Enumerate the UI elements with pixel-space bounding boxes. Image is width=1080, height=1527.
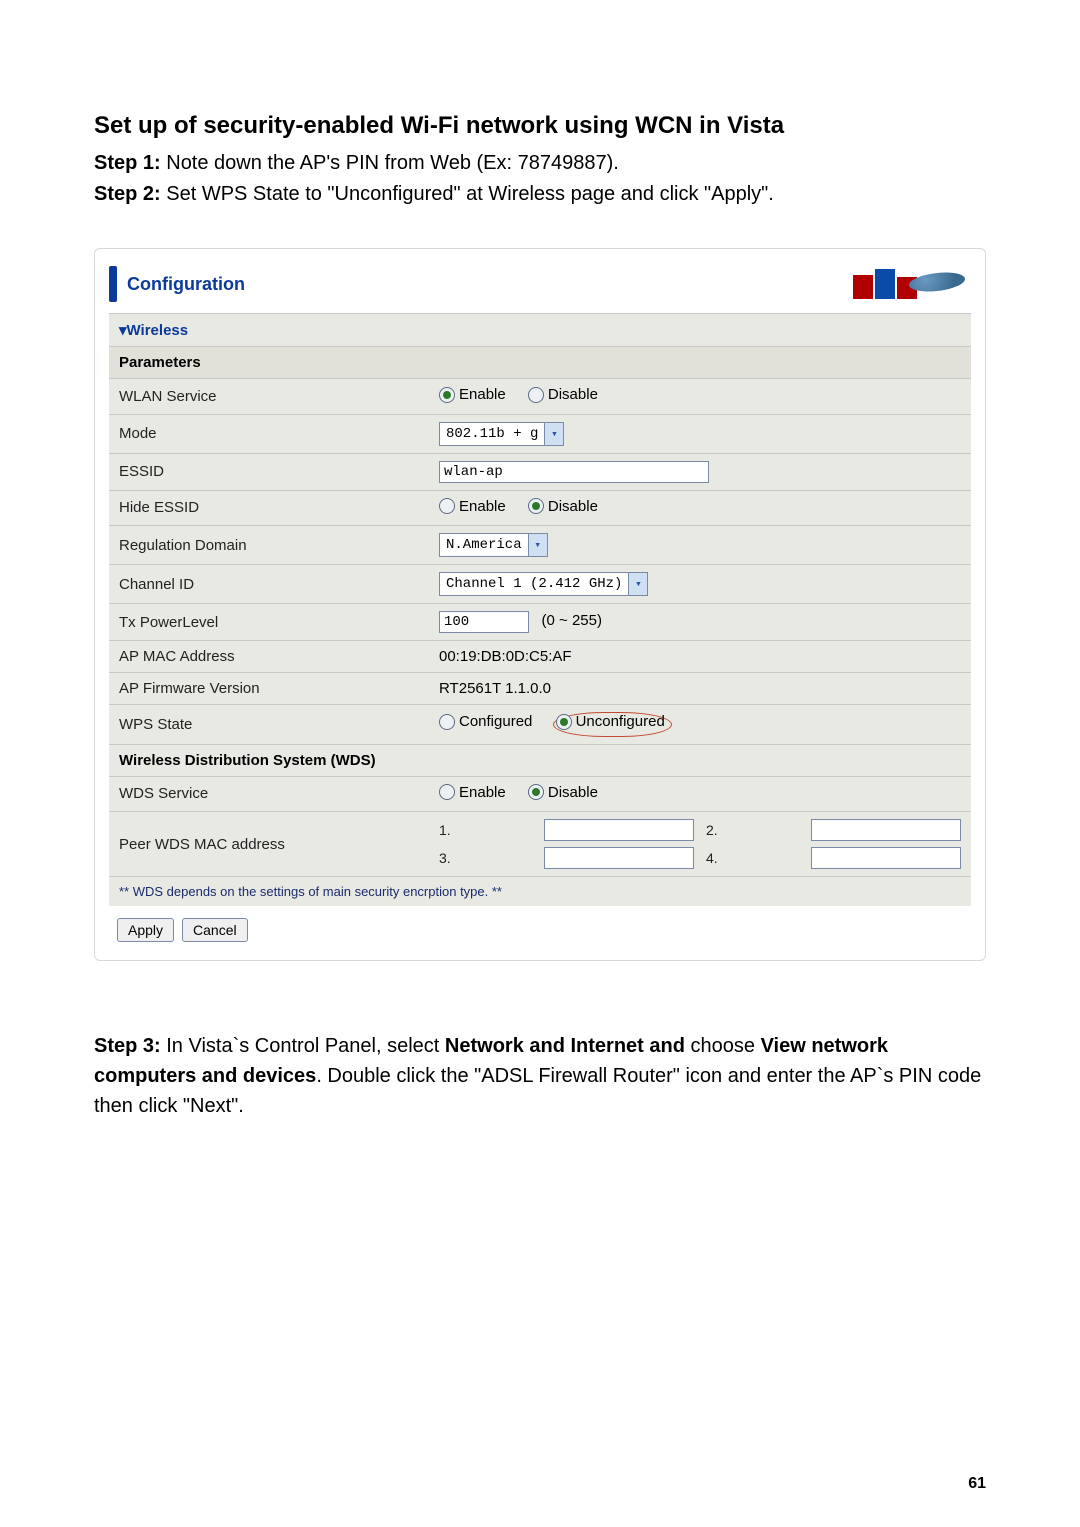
chevron-down-icon: ▾ bbox=[528, 534, 547, 556]
radio-off-icon bbox=[439, 784, 455, 800]
parameters-header: Parameters bbox=[109, 347, 971, 379]
step-3-label: Step 3: bbox=[94, 1035, 161, 1057]
enable-text: Enable bbox=[459, 498, 506, 515]
page-title: Set up of security-enabled Wi-Fi network… bbox=[94, 112, 986, 140]
wds-note: ** WDS depends on the settings of main s… bbox=[109, 877, 971, 907]
disable-text: Disable bbox=[548, 386, 598, 403]
configured-text: Configured bbox=[459, 713, 532, 730]
chevron-down-icon: ▾ bbox=[544, 423, 563, 445]
step-2-label: Step 2: bbox=[94, 183, 161, 205]
wlan-enable-radio[interactable]: Enable bbox=[439, 386, 506, 403]
radio-off-icon bbox=[439, 498, 455, 514]
step-3-text-c: choose bbox=[691, 1035, 761, 1057]
channel-id-select[interactable]: Channel 1 (2.412 GHz)▾ bbox=[439, 572, 648, 596]
ap-firmware-label: AP Firmware Version bbox=[109, 673, 429, 705]
wlan-service-value: Enable Disable bbox=[429, 379, 971, 415]
vendor-logo-icon bbox=[853, 269, 971, 299]
radio-on-icon bbox=[439, 387, 455, 403]
hide-enable-radio[interactable]: Enable bbox=[439, 498, 506, 515]
step-1-text: Note down the AP's PIN from Web (Ex: 787… bbox=[161, 152, 619, 174]
peer-mac-1-label: 1. bbox=[439, 822, 532, 838]
configuration-card: Configuration ▾Wireless Parameters WLAN … bbox=[94, 248, 986, 961]
step-2: Step 2: Set WPS State to "Unconfigured" … bbox=[94, 181, 986, 208]
peer-mac-4-label: 4. bbox=[706, 850, 799, 866]
hide-disable-radio[interactable]: Disable bbox=[528, 498, 598, 515]
wps-unconfigured-radio[interactable]: Unconfigured bbox=[556, 713, 665, 730]
peer-mac-2-label: 2. bbox=[706, 822, 799, 838]
unconfigured-text: Unconfigured bbox=[576, 713, 665, 730]
tx-power-range: (0 ~ 255) bbox=[542, 612, 602, 629]
regulation-domain-value: N.America bbox=[440, 537, 528, 553]
peer-mac-3-label: 3. bbox=[439, 850, 532, 866]
step-1-label: Step 1: bbox=[94, 152, 161, 174]
conf-bar-icon bbox=[109, 266, 117, 302]
hide-essid-label: Hide ESSID bbox=[109, 490, 429, 526]
wlan-service-label: WLAN Service bbox=[109, 379, 429, 415]
essid-input[interactable]: wlan-ap bbox=[439, 461, 709, 483]
radio-on-icon bbox=[528, 498, 544, 514]
step-2-text: Set WPS State to "Unconfigured" at Wirel… bbox=[161, 183, 774, 205]
tx-power-input[interactable]: 100 bbox=[439, 611, 529, 633]
wps-configured-radio[interactable]: Configured bbox=[439, 713, 532, 730]
enable-text: Enable bbox=[459, 784, 506, 801]
radio-on-icon bbox=[556, 714, 572, 730]
wlan-disable-radio[interactable]: Disable bbox=[528, 386, 598, 403]
radio-on-icon bbox=[528, 784, 544, 800]
channel-id-label: Channel ID bbox=[109, 565, 429, 604]
step-3: Step 3: In Vista`s Control Panel, select… bbox=[94, 1031, 986, 1121]
wds-disable-radio[interactable]: Disable bbox=[528, 784, 598, 801]
step-3-bold-b: Network and Internet and bbox=[445, 1035, 691, 1057]
channel-id-value: Channel 1 (2.412 GHz) bbox=[440, 576, 628, 592]
ap-mac-label: AP MAC Address bbox=[109, 641, 429, 673]
disable-text: Disable bbox=[548, 498, 598, 515]
peer-mac-label: Peer WDS MAC address bbox=[109, 812, 429, 877]
wps-state-label: WPS State bbox=[109, 705, 429, 745]
peer-mac-3-input[interactable] bbox=[544, 847, 694, 869]
enable-text: Enable bbox=[459, 386, 506, 403]
cancel-button[interactable]: Cancel bbox=[182, 918, 248, 942]
wds-enable-radio[interactable]: Enable bbox=[439, 784, 506, 801]
peer-mac-1-input[interactable] bbox=[544, 819, 694, 841]
configuration-header: Configuration bbox=[127, 274, 245, 295]
peer-mac-2-input[interactable] bbox=[811, 819, 961, 841]
radio-off-icon bbox=[439, 714, 455, 730]
step-1: Step 1: Note down the AP's PIN from Web … bbox=[94, 150, 986, 177]
radio-off-icon bbox=[528, 387, 544, 403]
mode-label: Mode bbox=[109, 414, 429, 453]
wds-header: Wireless Distribution System (WDS) bbox=[109, 744, 971, 776]
regulation-domain-select[interactable]: N.America▾ bbox=[439, 533, 548, 557]
chevron-down-icon: ▾ bbox=[628, 573, 647, 595]
ap-mac-value: 00:19:DB:0D:C5:AF bbox=[429, 641, 971, 673]
apply-button[interactable]: Apply bbox=[117, 918, 174, 942]
wds-service-label: WDS Service bbox=[109, 776, 429, 812]
mode-value: 802.11b + g bbox=[440, 426, 544, 442]
peer-mac-4-input[interactable] bbox=[811, 847, 961, 869]
highlight-oval-icon: Unconfigured bbox=[553, 712, 672, 737]
wireless-table: ▾Wireless Parameters WLAN Service Enable… bbox=[109, 313, 971, 906]
section-wireless: ▾Wireless bbox=[109, 314, 971, 347]
essid-label: ESSID bbox=[109, 453, 429, 490]
ap-firmware-value: RT2561T 1.1.0.0 bbox=[429, 673, 971, 705]
tx-power-label: Tx PowerLevel bbox=[109, 604, 429, 641]
regulation-domain-label: Regulation Domain bbox=[109, 526, 429, 565]
disable-text: Disable bbox=[548, 784, 598, 801]
page-number: 61 bbox=[968, 1475, 986, 1493]
mode-select[interactable]: 802.11b + g▾ bbox=[439, 422, 564, 446]
step-3-text-a: In Vista`s Control Panel, select bbox=[161, 1035, 445, 1057]
